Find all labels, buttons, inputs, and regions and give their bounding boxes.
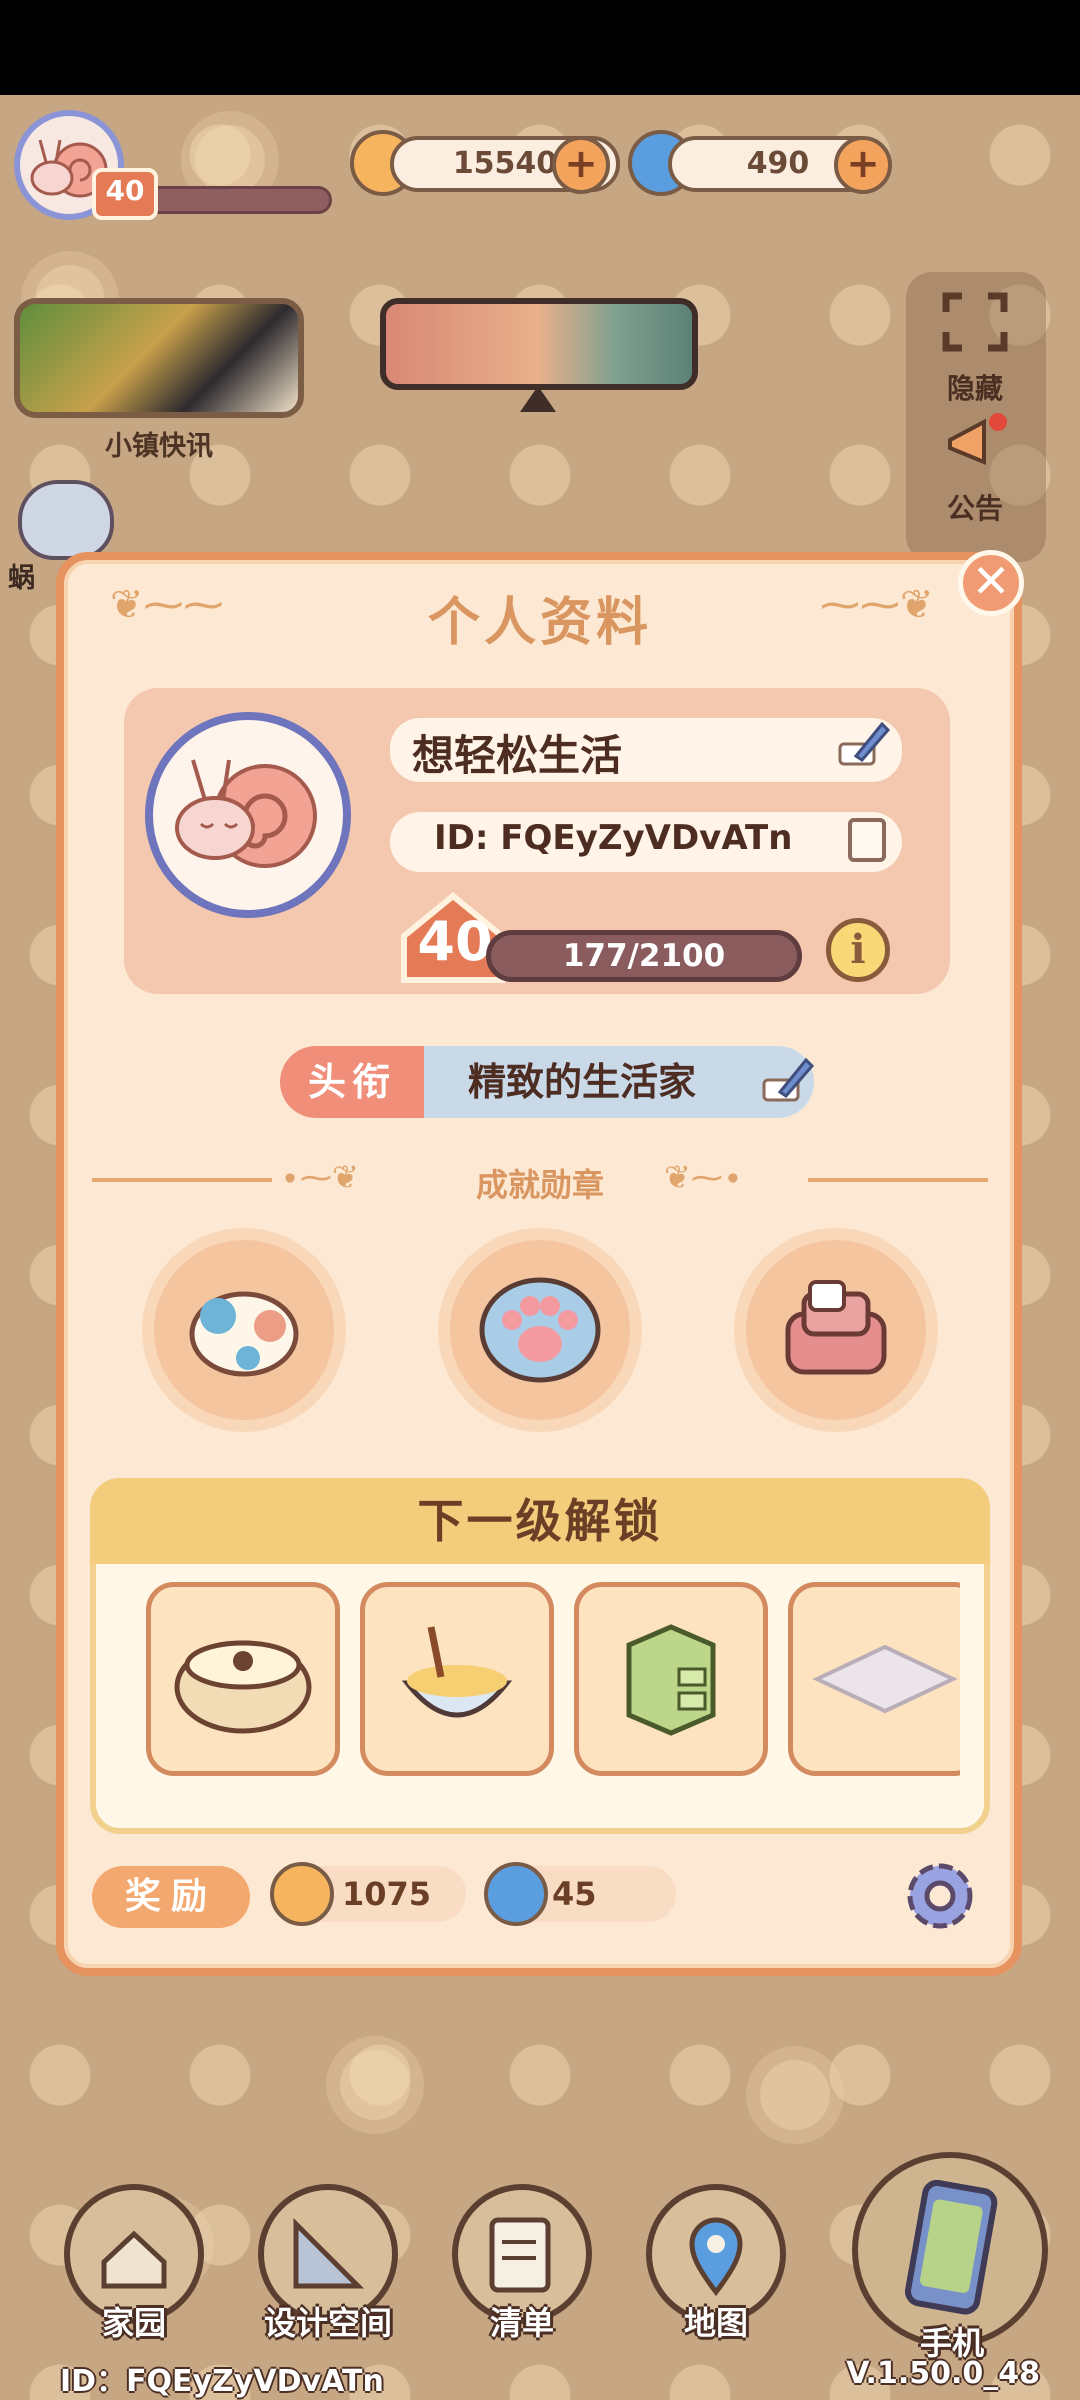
- edit-name-button[interactable]: [836, 716, 892, 772]
- green-cabinet-icon: [626, 1624, 716, 1736]
- rug-icon: [812, 1644, 958, 1714]
- info-button[interactable]: i: [826, 918, 890, 982]
- unlock-item-bowl[interactable]: [360, 1582, 554, 1776]
- sun-decoration: [195, 125, 265, 195]
- snail-avatar-icon: [175, 759, 317, 868]
- paw-print-icon: [479, 1277, 601, 1383]
- footer-version: V.1.50.0_48: [846, 2356, 1040, 2391]
- achievement-badge-3[interactable]: [746, 1240, 926, 1420]
- town-news-label: 小镇快讯: [105, 431, 213, 462]
- settings-gear-icon[interactable]: [898, 1854, 982, 1938]
- notice-label: 公告: [946, 492, 1003, 525]
- unlock-item-rug[interactable]: [788, 1582, 960, 1776]
- weather-pointer: [520, 386, 556, 412]
- add-coins-button[interactable]: +: [552, 136, 610, 194]
- player-level-badge: 40: [92, 168, 158, 220]
- nav-home-label: 家园: [101, 2304, 166, 2342]
- player-id: ID: FQEyZyVDvATn: [434, 818, 793, 858]
- rank-label: 头衔: [280, 1046, 424, 1118]
- cat-avatar-icon[interactable]: [18, 480, 114, 560]
- profile-xp-bar: 177/2100: [486, 930, 802, 982]
- achievements-label: 成就勋章: [475, 1166, 604, 1204]
- status-bar: [0, 0, 1080, 95]
- weather-widget[interactable]: [380, 298, 698, 390]
- profile-avatar[interactable]: [145, 712, 351, 918]
- fullscreen-icon: [942, 292, 1008, 352]
- nav-design-label: 设计空间: [263, 2304, 392, 2342]
- coin-icon: [270, 1862, 334, 1926]
- notice-button[interactable]: 公告: [920, 410, 1030, 527]
- unlock-item-pudding[interactable]: [146, 1582, 340, 1776]
- sun-decoration: [760, 2060, 830, 2130]
- achievement-badge-2[interactable]: [450, 1240, 630, 1420]
- calico-cat-icon: [189, 1291, 299, 1377]
- edit-rank-button[interactable]: [760, 1052, 816, 1108]
- rank-value[interactable]: 精致的生活家: [424, 1046, 814, 1118]
- phone-icon: [904, 2179, 998, 2315]
- gem-icon: [484, 1862, 548, 1926]
- sun-decoration: [340, 2050, 410, 2120]
- unlock-item-cabinet[interactable]: [574, 1582, 768, 1776]
- player-xp-bar: [140, 186, 332, 214]
- bowl-icon: [401, 1626, 513, 1718]
- reward-label: 奖励: [92, 1866, 250, 1928]
- player-name: 想轻松生活: [412, 731, 623, 780]
- hide-ui-button[interactable]: 隐藏: [920, 290, 1030, 407]
- megaphone-icon: [948, 413, 1007, 465]
- achievement-badge-1[interactable]: [154, 1240, 334, 1420]
- nav-map-label: 地图: [683, 2304, 748, 2342]
- nav-list-label: 清单: [489, 2304, 554, 2342]
- next-level-unlock-title: 下一级解锁: [90, 1478, 990, 1564]
- pudding-icon: [174, 1640, 312, 1734]
- armchair-icon: [785, 1280, 887, 1375]
- footer-player-id: ID：FQEyZyVDvATn: [60, 2364, 384, 2399]
- unlock-items-list[interactable]: [146, 1582, 960, 1778]
- add-gems-button[interactable]: +: [834, 136, 892, 194]
- copy-id-icon[interactable]: [848, 818, 886, 862]
- modal-title: 个人资料: [427, 593, 652, 653]
- town-news-banner[interactable]: [14, 298, 304, 418]
- hide-ui-label: 隐藏: [946, 372, 1003, 405]
